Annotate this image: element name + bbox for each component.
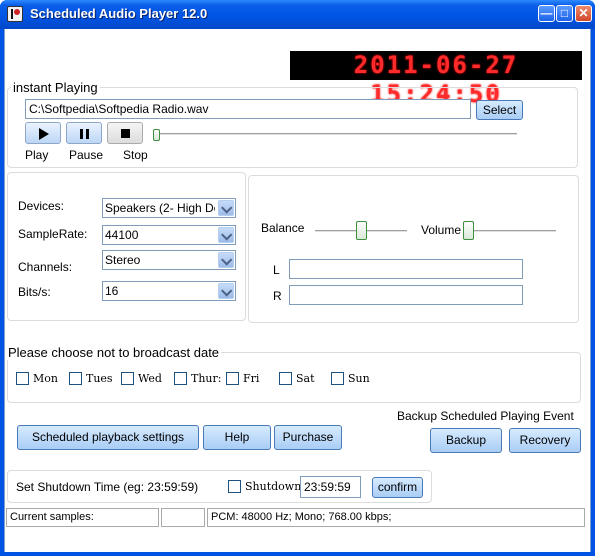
balance-slider-thumb[interactable]: [355, 221, 367, 240]
thur-checkbox[interactable]: [174, 372, 187, 385]
pause-button[interactable]: [66, 122, 102, 144]
wed-checkbox[interactable]: [121, 372, 134, 385]
pause-icon: [80, 129, 83, 139]
digital-clock: 2011-06-27 15:24:50: [290, 51, 582, 108]
sat-label: Sat: [296, 372, 315, 385]
play-label: Play: [25, 148, 49, 162]
broadcast-title: Please choose not to broadcast date: [6, 345, 222, 360]
tues-checkbox[interactable]: [69, 372, 82, 385]
volume-slider-track[interactable]: [466, 230, 556, 233]
wed-label: Wed: [138, 372, 162, 385]
scheduled-playback-settings-button[interactable]: Scheduled playback settings: [17, 425, 199, 450]
progress-slider-thumb[interactable]: [153, 129, 160, 141]
bits-value: 16: [105, 284, 119, 298]
app-icon: [7, 6, 23, 22]
chevron-down-icon[interactable]: [218, 283, 234, 299]
status-middle: [161, 508, 205, 527]
sat-checkbox[interactable]: [279, 372, 292, 385]
stop-button[interactable]: [107, 122, 143, 144]
instant-playing-title: instant Playing: [11, 80, 100, 95]
shutdown-checkbox[interactable]: [228, 480, 241, 493]
mon-checkbox[interactable]: [16, 372, 29, 385]
backup-button[interactable]: Backup: [430, 428, 502, 453]
channels-value: Stereo: [105, 253, 141, 267]
devices-select[interactable]: Speakers (2- High Defin: [102, 198, 236, 218]
chevron-down-icon[interactable]: [218, 227, 234, 243]
status-format: PCM: 48000 Hz; Mono; 768.00 kbps;: [207, 508, 585, 527]
play-button[interactable]: [25, 122, 61, 144]
chevron-down-icon[interactable]: [218, 200, 234, 216]
file-path-input[interactable]: C:\Softpedia\Softpedia Radio.wav: [25, 99, 471, 119]
level-l-meter: [289, 259, 523, 279]
minimize-button[interactable]: —: [538, 5, 555, 22]
devices-label: Devices:: [18, 199, 65, 213]
channels-label: Channels:: [18, 260, 73, 274]
recovery-button[interactable]: Recovery: [509, 428, 581, 453]
channels-select[interactable]: Stereo: [102, 250, 236, 270]
stop-label: Stop: [123, 148, 148, 162]
volume-slider-thumb[interactable]: [463, 221, 474, 240]
mon-label: Mon: [33, 372, 58, 385]
app-window: Scheduled Audio Player 12.0 — □ ✕ 2011-0…: [0, 0, 595, 556]
sun-checkbox[interactable]: [331, 372, 344, 385]
volume-label: Volume: [421, 223, 462, 237]
select-button[interactable]: Select: [476, 100, 523, 120]
balance-label: Balance: [261, 221, 305, 235]
fri-label: Fri: [243, 372, 260, 385]
maximize-button[interactable]: □: [556, 5, 573, 22]
shutdown-time-input[interactable]: 23:59:59: [300, 476, 361, 498]
chevron-down-icon[interactable]: [218, 252, 234, 268]
status-samples: Current samples:: [6, 508, 159, 527]
progress-slider-track[interactable]: [155, 133, 517, 136]
stop-icon: [121, 129, 130, 138]
shutdown-checkbox-label: Shutdown: [245, 480, 302, 493]
samplerate-select[interactable]: 44100: [102, 225, 236, 245]
level-l-label: L: [273, 263, 280, 277]
bits-label: Bits/s:: [18, 285, 51, 299]
thur-label: Thur:: [191, 372, 222, 385]
level-r-label: R: [273, 289, 282, 303]
window-title: Scheduled Audio Player 12.0: [30, 6, 208, 21]
title-bar[interactable]: Scheduled Audio Player 12.0 — □ ✕: [0, 0, 595, 29]
help-button[interactable]: Help: [203, 425, 271, 450]
shutdown-time-label: Set Shutdown Time (eg: 23:59:59): [16, 480, 199, 494]
pause-label: Pause: [69, 148, 104, 162]
bits-select[interactable]: 16: [102, 281, 236, 301]
samplerate-label: SampleRate:: [18, 227, 88, 241]
play-icon: [39, 128, 49, 140]
samplerate-value: 44100: [105, 228, 139, 242]
close-button[interactable]: ✕: [575, 5, 592, 22]
level-r-meter: [289, 285, 523, 305]
backup-title: Backup Scheduled Playing Event: [397, 409, 574, 423]
sun-label: Sun: [348, 372, 370, 385]
confirm-button[interactable]: confirm: [372, 477, 423, 498]
client-area: 2011-06-27 15:24:50 instant Playing C:\S…: [4, 29, 591, 552]
purchase-button[interactable]: Purchase: [274, 425, 342, 450]
fri-checkbox[interactable]: [226, 372, 239, 385]
devices-value: Speakers (2- High Defin: [105, 201, 215, 215]
tues-label: Tues: [86, 372, 113, 385]
